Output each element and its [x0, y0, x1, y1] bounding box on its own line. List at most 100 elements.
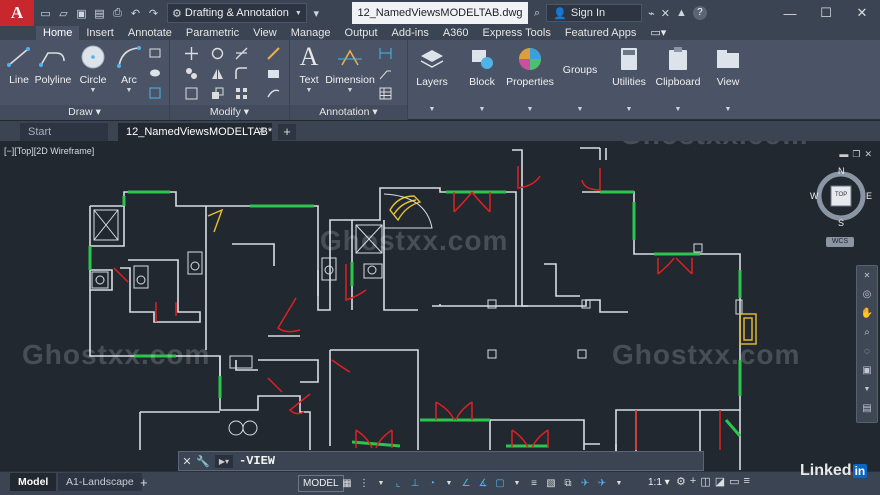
annotation-scale-icon[interactable]: ✈	[595, 475, 609, 491]
tab-model[interactable]: Model	[10, 473, 57, 491]
object-snap-tracking-icon[interactable]: ∡	[476, 475, 490, 491]
command-input[interactable]: -VIEW	[239, 454, 275, 468]
ribbon-options-icon[interactable]: ▭▾	[643, 26, 673, 40]
infer-constraints-icon[interactable]: ⌞	[391, 475, 405, 491]
customization-icon[interactable]: ≡	[744, 475, 750, 488]
transparency-icon[interactable]: ▧	[544, 475, 558, 491]
undo-icon[interactable]: ↶	[128, 6, 143, 21]
steering-wheel-icon[interactable]: ◎	[857, 285, 877, 304]
chevron-down-icon[interactable]: ▼	[374, 475, 388, 491]
lineweight-icon[interactable]: ≡	[527, 475, 541, 491]
tab-start[interactable]: Start	[20, 123, 108, 141]
viewcube-south[interactable]: S	[838, 218, 844, 228]
chevron-down-icon[interactable]: ▼	[612, 475, 626, 491]
navbar-options-icon[interactable]: ▤	[857, 399, 877, 418]
application-menu-button[interactable]: A	[0, 0, 34, 26]
signin-button[interactable]: 👤 Sign In	[546, 4, 643, 22]
command-prompt-icon[interactable]: ▶▾	[215, 454, 233, 468]
polar-tracking-icon[interactable]: ◔	[425, 475, 439, 491]
trim-icon[interactable]	[234, 46, 248, 60]
mirror-icon[interactable]	[210, 66, 224, 80]
viewcube-east[interactable]: E	[866, 191, 872, 201]
tab-view[interactable]: View	[246, 26, 284, 40]
showmotion-icon[interactable]: ▣	[857, 361, 877, 380]
draw-group-title[interactable]: Draw ▾	[0, 105, 169, 120]
tab-featured-apps[interactable]: Featured Apps	[558, 26, 644, 40]
zoom-icon[interactable]: ⌕	[857, 323, 877, 342]
pan-icon[interactable]: ✋	[857, 304, 877, 323]
erase-icon[interactable]	[266, 46, 280, 60]
properties-panel[interactable]: Properties ▼	[506, 46, 554, 113]
tab-parametric[interactable]: Parametric	[179, 26, 246, 40]
clean-screen-icon[interactable]: ▭	[729, 475, 739, 488]
viewcube-west[interactable]: W	[810, 191, 819, 201]
chevron-down-icon[interactable]: ▼	[460, 106, 504, 113]
minimize-icon[interactable]: —	[772, 0, 808, 26]
orbit-icon[interactable]: ◌	[857, 342, 877, 361]
viewcube-top-face[interactable]: TOP	[835, 192, 847, 198]
print-icon[interactable]: ⎙	[110, 6, 125, 21]
wrench-icon[interactable]: 🔧	[195, 452, 211, 470]
plus-icon[interactable]: +	[690, 475, 696, 488]
chevron-down-icon[interactable]: ▼	[410, 106, 454, 113]
leader-icon[interactable]	[378, 66, 392, 80]
arc-tool[interactable]: Arc ▼	[108, 44, 150, 94]
tab-home[interactable]: Home	[36, 26, 80, 40]
viewcube-north[interactable]: N	[838, 166, 845, 176]
clipboard-panel[interactable]: Clipboard ▼	[654, 46, 702, 113]
layers-panel[interactable]: Layers ▼	[410, 46, 454, 113]
table-icon[interactable]	[378, 86, 392, 100]
chevron-down-icon[interactable]: ▼	[706, 106, 750, 113]
modify-group-title[interactable]: Modify ▾	[170, 105, 289, 120]
chevron-down-icon[interactable]: ▼	[558, 106, 602, 113]
exchange-icon[interactable]: ✕	[661, 7, 670, 20]
hardware-acceleration-icon[interactable]: ◪	[715, 475, 725, 488]
maximize-icon[interactable]: ☐	[808, 0, 844, 26]
chevron-down-icon[interactable]: ▼	[654, 106, 702, 113]
chevron-down-icon[interactable]: ▼	[510, 475, 524, 491]
new-layout-button[interactable]: +	[140, 475, 148, 490]
cart-icon[interactable]: ⌁	[648, 7, 655, 20]
object-snap-icon[interactable]: ▢	[493, 475, 507, 491]
close-icon[interactable]: ✕	[179, 452, 195, 470]
view-panel[interactable]: View ▼	[706, 46, 750, 113]
copy-icon[interactable]	[184, 66, 198, 80]
scale-icon[interactable]	[210, 86, 224, 100]
isodraft-icon[interactable]: ∠	[459, 475, 473, 491]
ortho-icon[interactable]: ⊥	[408, 475, 422, 491]
binoculars-icon[interactable]: ⌕	[534, 7, 540, 20]
qat-dropdown-icon[interactable]: ▾	[309, 6, 324, 21]
help-icon[interactable]: ?	[692, 6, 707, 20]
redo-icon[interactable]: ↷	[146, 6, 161, 21]
isolate-objects-icon[interactable]: ◫	[700, 475, 710, 488]
hatch-icon[interactable]	[148, 66, 162, 80]
command-line[interactable]: ✕ 🔧 ▶▾ -VIEW	[178, 451, 704, 471]
polyline-tool[interactable]: Polyline	[32, 44, 74, 86]
workspace-switching-icon[interactable]: ⚙	[676, 475, 686, 488]
close-icon[interactable]: ✕	[857, 266, 877, 285]
save-icon[interactable]: ▣	[74, 6, 89, 21]
close-icon[interactable]: ✕	[844, 0, 880, 26]
viewcube[interactable]: TOP N S E W	[808, 166, 874, 232]
model-space-button[interactable]: MODEL	[298, 475, 344, 492]
workspace-switcher[interactable]: ⚙ Drafting & Annotation ▼	[167, 3, 307, 23]
tab-add-ins[interactable]: Add-ins	[385, 26, 436, 40]
selection-cycling-icon[interactable]: ⧉	[561, 475, 575, 491]
groups-panel[interactable]: Groups ▼	[558, 46, 602, 113]
tab-manage[interactable]: Manage	[284, 26, 338, 40]
rectangle-icon[interactable]	[148, 46, 162, 60]
new-tab-button[interactable]: +	[278, 124, 296, 140]
utilities-panel[interactable]: Utilities ▼	[606, 46, 652, 113]
fillet-icon[interactable]	[234, 66, 248, 80]
tab-a360[interactable]: A360	[436, 26, 476, 40]
block-panel[interactable]: Block ▼	[460, 46, 504, 113]
save-as-icon[interactable]: ▤	[92, 6, 107, 21]
stay-connected-icon[interactable]: ▲	[676, 7, 687, 19]
dimension-tool[interactable]: Dimension ▼	[324, 44, 376, 94]
wcs-menu[interactable]: WCS	[826, 237, 854, 247]
tab-express-tools[interactable]: Express Tools	[476, 26, 558, 40]
array-icon[interactable]	[234, 86, 248, 100]
close-icon[interactable]: ✕	[258, 123, 266, 141]
tab-layout[interactable]: A1-Landscape	[58, 473, 142, 491]
chevron-down-icon[interactable]: ▼	[506, 106, 554, 113]
